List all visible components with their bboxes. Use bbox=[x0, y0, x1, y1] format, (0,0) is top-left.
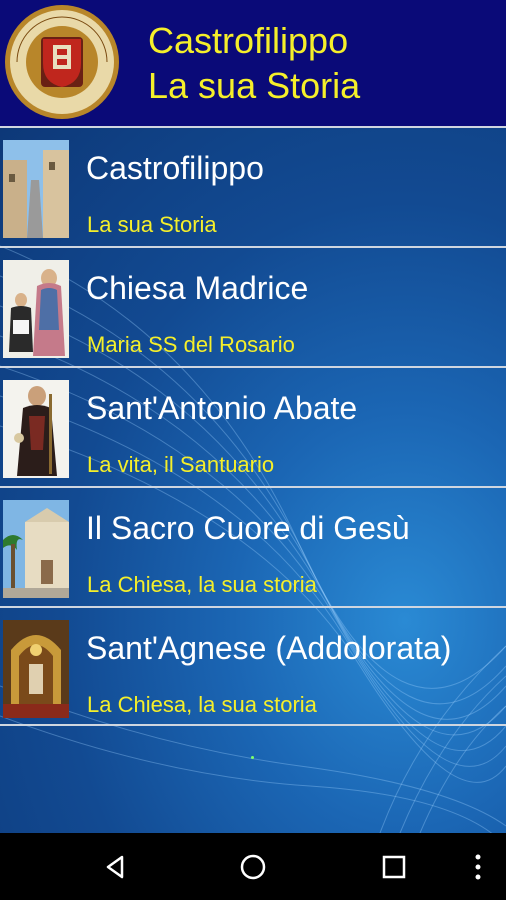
list-item-title: Chiesa Madrice bbox=[86, 270, 309, 306]
back-icon[interactable] bbox=[100, 851, 132, 883]
home-icon[interactable] bbox=[237, 851, 269, 883]
madonna-statue-photo-icon bbox=[3, 260, 69, 358]
system-navigation-bar bbox=[0, 833, 506, 900]
app-title-line2: La sua Storia bbox=[148, 65, 361, 106]
app-title-line1: Castrofilippo bbox=[148, 20, 349, 61]
topics-list: Castrofilippo La sua Storia Chiesa Madri… bbox=[0, 126, 506, 726]
seal-logo-icon bbox=[5, 5, 119, 119]
recents-icon[interactable] bbox=[378, 851, 410, 883]
list-item[interactable]: Sant'Antonio Abate La vita, il Santuario bbox=[0, 366, 506, 486]
list-item-subtitle: La vita, il Santuario bbox=[87, 452, 275, 477]
list-item-subtitle: La Chiesa, la sua storia bbox=[87, 572, 317, 597]
church-facade-photo-icon bbox=[3, 500, 69, 598]
list-item[interactable]: Chiesa Madrice Maria SS del Rosario bbox=[0, 246, 506, 366]
app-title: Castrofilippo La sua Storia bbox=[148, 18, 360, 108]
list-item-title: Sant'Agnese (Addolorata) bbox=[86, 630, 452, 666]
church-interior-photo-icon bbox=[3, 620, 69, 718]
scroll-indicator-dot bbox=[251, 756, 254, 759]
overflow-menu-icon[interactable] bbox=[462, 851, 494, 883]
content-area: Castrofilippo La sua Storia Chiesa Madri… bbox=[0, 126, 506, 833]
app-header: Castrofilippo La sua Storia bbox=[0, 0, 506, 126]
list-item-subtitle: La sua Storia bbox=[87, 212, 217, 237]
list-item-subtitle: La Chiesa, la sua storia bbox=[87, 692, 317, 717]
list-item-title: Il Sacro Cuore di Gesù bbox=[86, 510, 410, 546]
list-item-title: Sant'Antonio Abate bbox=[86, 390, 358, 426]
list-item[interactable]: Sant'Agnese (Addolorata) La Chiesa, la s… bbox=[0, 606, 506, 726]
list-item[interactable]: Castrofilippo La sua Storia bbox=[0, 126, 506, 246]
street-photo-icon bbox=[3, 140, 69, 238]
list-item-subtitle: Maria SS del Rosario bbox=[87, 332, 295, 357]
list-item[interactable]: Il Sacro Cuore di Gesù La Chiesa, la sua… bbox=[0, 486, 506, 606]
saint-statue-photo-icon bbox=[3, 380, 69, 478]
list-item-title: Castrofilippo bbox=[86, 150, 264, 186]
